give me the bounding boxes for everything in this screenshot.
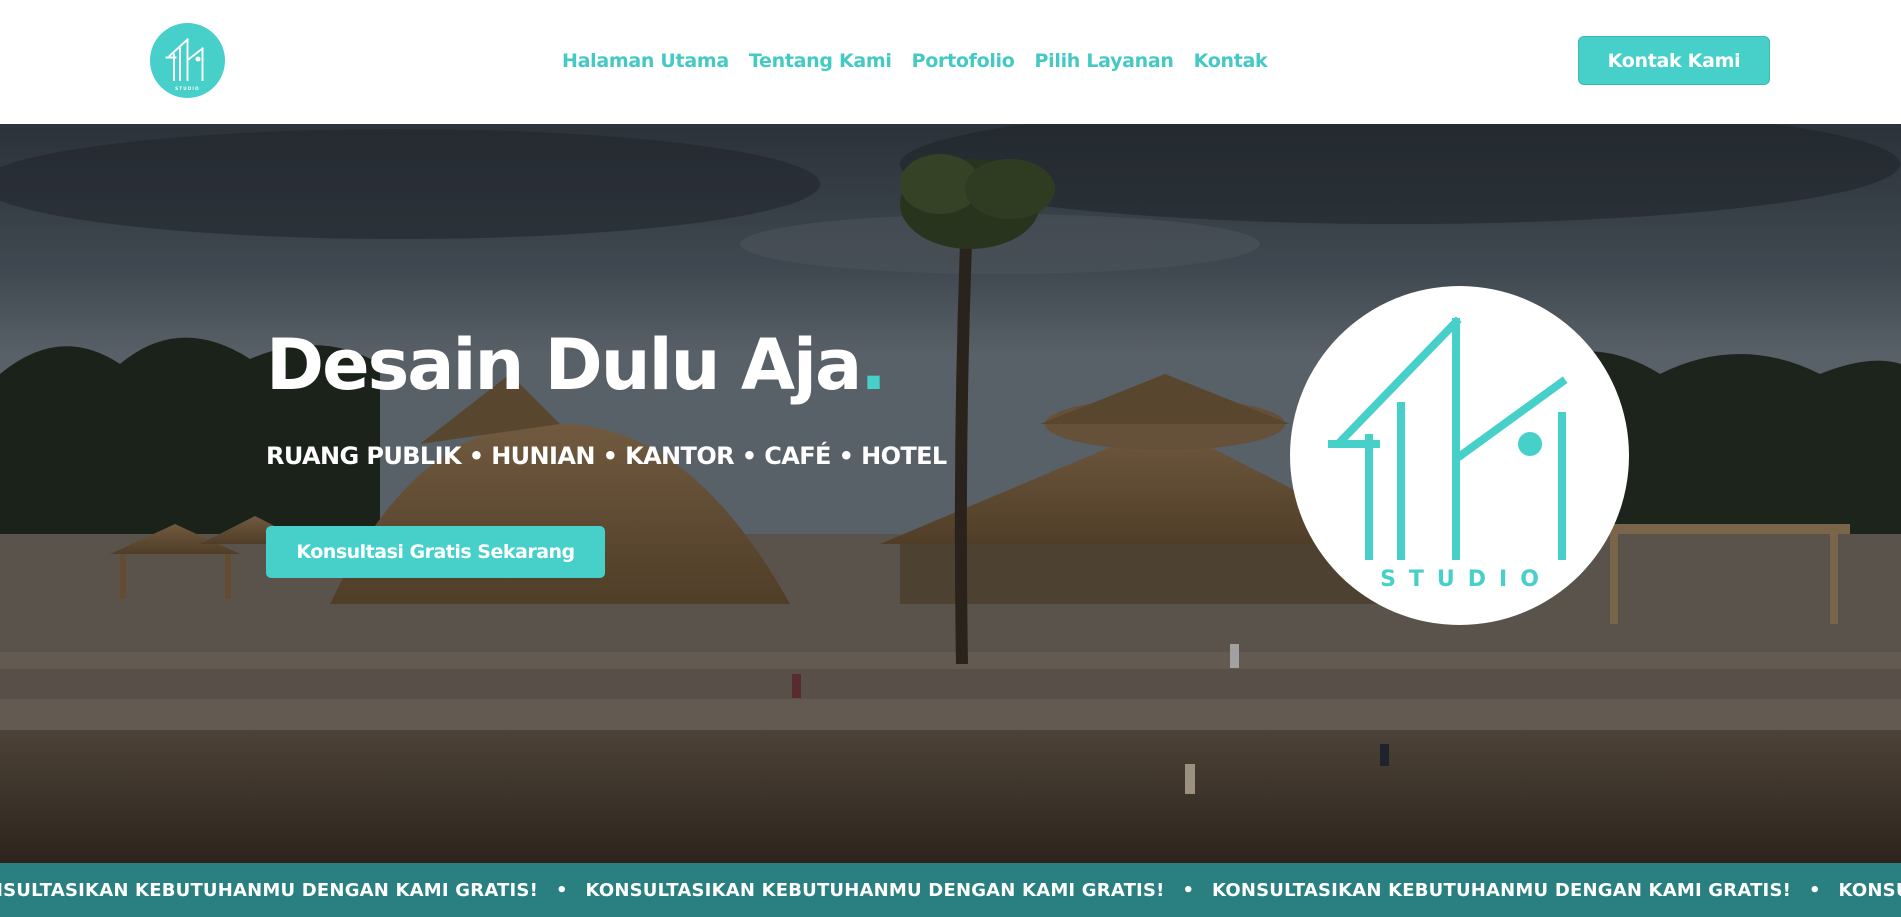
promo-marquee: KONSULTASIKAN KEBUTUHANMU DENGAN KAMI GR… <box>0 863 1901 917</box>
nav-item-portfolio[interactable]: Portofolio <box>912 50 1015 72</box>
fm-studio-logo-large-icon: STUDIO <box>1328 316 1568 592</box>
marquee-text: KONSULTASIKAN KEBUTUHANMU DENGAN KAMI GR… <box>1212 879 1792 901</box>
hero-section: Desain Dulu Aja. RUANG PUBLIK • HUNIAN •… <box>0 124 1901 864</box>
brand-logo[interactable]: STUDIO <box>150 23 225 98</box>
marquee-separator: • <box>1809 879 1821 901</box>
marquee-separator: • <box>1182 879 1195 901</box>
marquee-track: KONSULTASIKAN KEBUTUHANMU DENGAN KAMI GR… <box>0 863 1901 917</box>
main-nav: Halaman Utama Tentang Kami Portofolio Pi… <box>562 46 1268 76</box>
logo-small-text: STUDIO <box>175 86 200 91</box>
hero-brand-logo: STUDIO <box>1290 286 1629 625</box>
marquee-text: KONSULTASIKAN KEBUTUHANMU DENGAN KAMI GR… <box>585 879 1165 901</box>
marquee-text: KONSULTASIKAN KEBUTUHANMU DENGAN KAMI GR… <box>0 879 538 901</box>
hero-title-dot: . <box>860 324 887 406</box>
nav-item-home[interactable]: Halaman Utama <box>562 50 729 72</box>
free-consultation-button[interactable]: Konsultasi Gratis Sekarang <box>266 526 605 578</box>
hero-subtitle: RUANG PUBLIK • HUNIAN • KANTOR • CAFÉ • … <box>266 442 947 470</box>
marquee-text: KONSULTASIKAN KEBUTUHANMU DENGAN KAMI GR… <box>1838 879 1901 901</box>
fm-studio-logo-icon: STUDIO <box>165 38 204 91</box>
contact-us-button[interactable]: Kontak Kami <box>1578 36 1770 85</box>
marquee-separator: • <box>556 879 568 901</box>
nav-item-about[interactable]: Tentang Kami <box>749 50 892 72</box>
nav-item-contact[interactable]: Kontak <box>1194 50 1268 72</box>
nav-item-services[interactable]: Pilih Layanan <box>1035 50 1174 72</box>
logo-large-text: STUDIO <box>1380 567 1552 592</box>
hero-title-text: Desain Dulu Aja <box>266 324 862 406</box>
hero-title: Desain Dulu Aja. <box>266 330 887 400</box>
site-header: STUDIO Halaman Utama Tentang Kami Portof… <box>0 0 1901 124</box>
